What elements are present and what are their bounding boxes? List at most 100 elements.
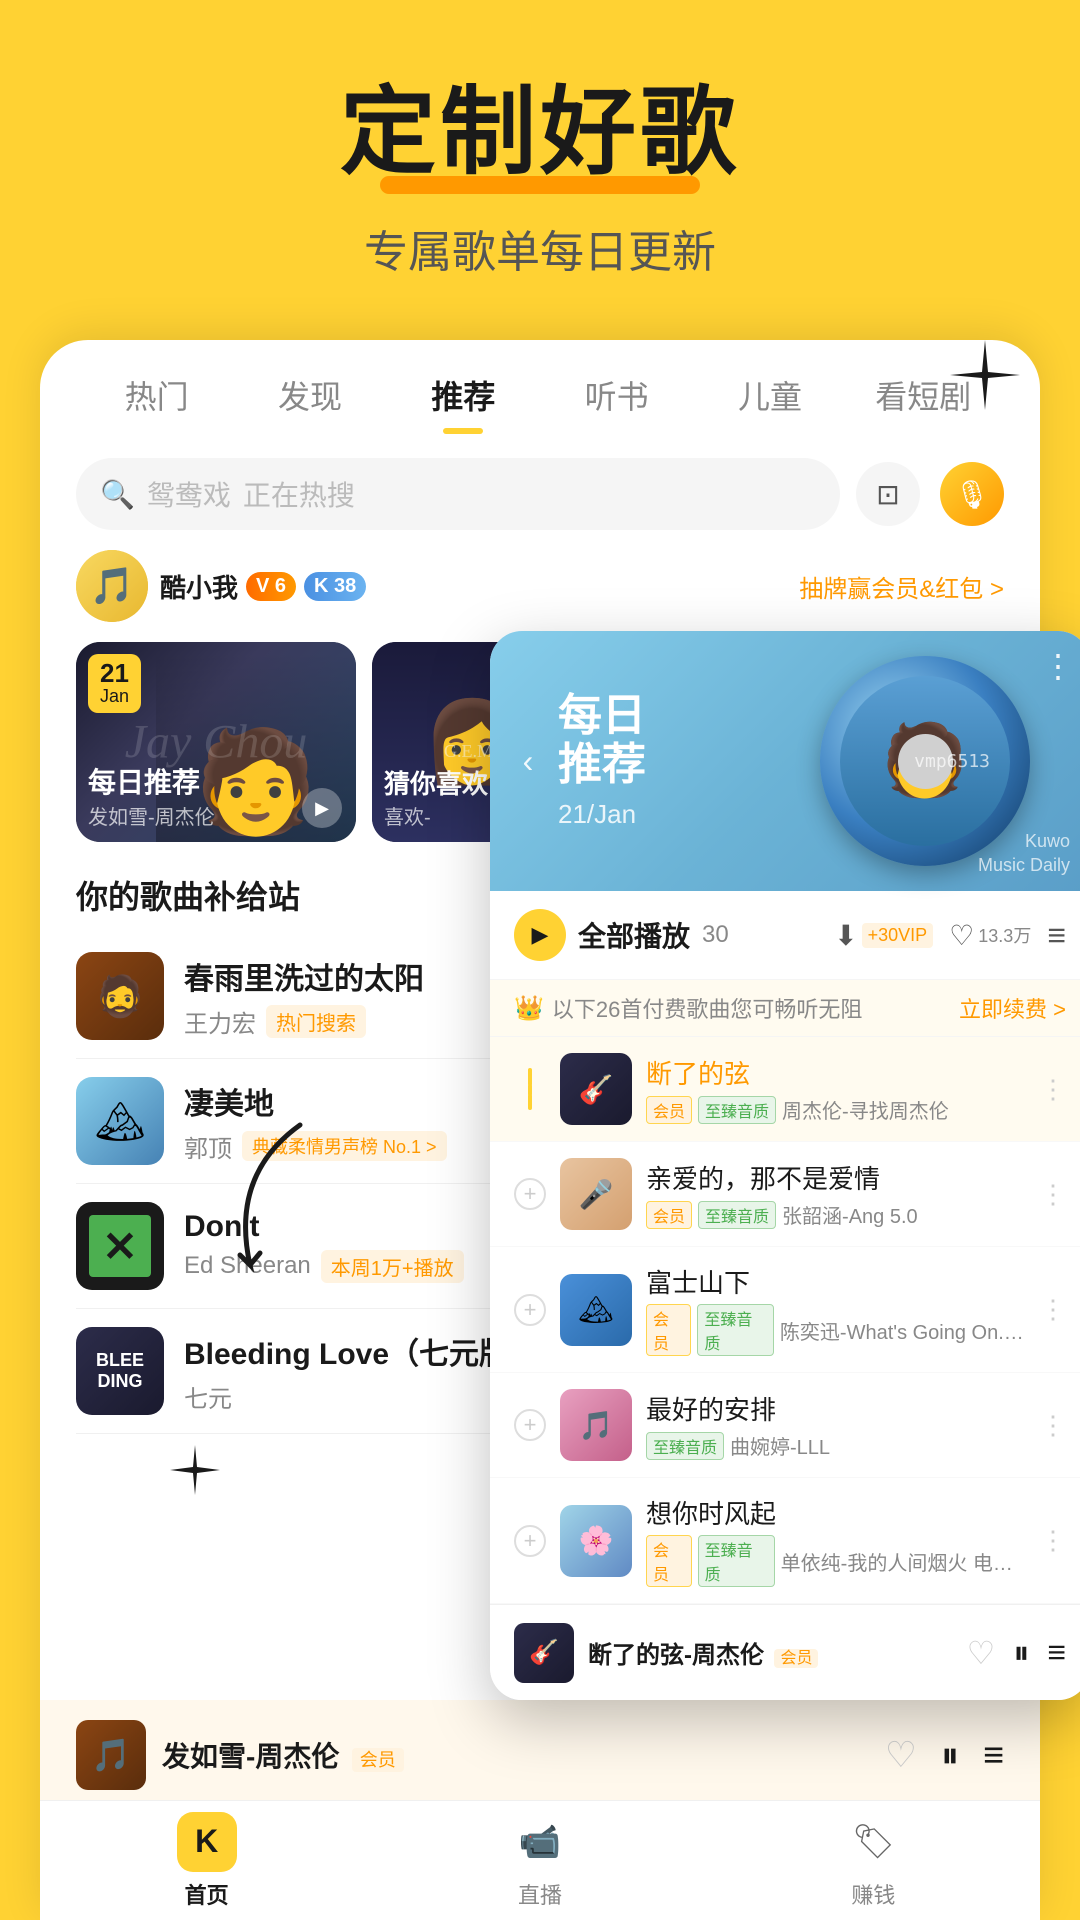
list-ctrl-icon[interactable]: ≡ [1047,917,1066,954]
download-icon-wrap[interactable]: ⬇ +30VIP [834,919,933,952]
star-bottom [170,1445,220,1500]
overlay-song-name-5: 想你时风起 [646,1494,1026,1531]
banner-daily-recommend[interactable]: 🧑 Jay Chou 21 Jan 每日推荐 发如雪-周杰伦 ▶ [76,642,356,842]
user-badges: V 6 K 38 [246,572,366,601]
song-artist-1: 王力宏 [184,1004,256,1039]
tab-bar: 热门 发现 推荐 听书 儿童 看短剧 [40,340,1040,434]
share-icon-wrap[interactable]: ♡ 13.3万 [949,919,1031,952]
overlay-song-info-5: 想你时风起 会员 至臻音质 单依纯-我的人间烟火 电视... [646,1494,1026,1587]
overlay-song-2[interactable]: + 🎤 亲爱的，那不是爱情 会员 至臻音质 张韶涵-Ang 5.0 ⋮ [490,1142,1080,1247]
overlay-song-4[interactable]: + 🎵 最好的安排 至臻音质 曲婉婷-LLL ⋮ [490,1373,1080,1478]
search-actions: ⊡ 🎙 [856,462,1004,526]
quality-tag-3: 至臻音质 [697,1304,774,1356]
vip-tag-3: 会员 [646,1304,691,1356]
overlay-song-name-4: 最好的安排 [646,1390,1026,1427]
nav-earn[interactable]: 🏷 赚钱 [707,1812,1040,1910]
overlay-np-info: 断了的弦-周杰伦 会员 [588,1635,953,1670]
play-all-count: 30 [702,921,729,949]
song-thumb-2: 🏔 [76,1077,164,1165]
voice-search-button[interactable]: 🎙 [940,462,1004,526]
play-all-button[interactable]: ▶ 全部播放 30 [514,909,814,961]
overlay-song-info-1: 断了的弦 会员 至臻音质 周杰伦-寻找周杰伦 [646,1054,1026,1124]
quality-tag-2: 至臻音质 [698,1201,776,1229]
nav-live[interactable]: 📹 直播 [373,1812,706,1910]
play-circle: ▶ [514,909,566,961]
overlay-song-more-1[interactable]: ⋮ [1040,1074,1066,1105]
overlay-song-5[interactable]: + 🌸 想你时风起 会员 至臻音质 单依纯-我的人间烟火 电视... ⋮ [490,1478,1080,1604]
tab-recommend[interactable]: 推荐 [387,372,540,434]
star-decoration [950,340,1020,410]
overlay-song-thumb-4: 🎵 [560,1389,632,1461]
add-button-3[interactable]: + [514,1294,546,1326]
overlay-song-name-3: 富士山下 [646,1263,1026,1300]
overlay-song-artist-4: 曲婉婷-LLL [730,1431,830,1460]
overlay-song-rank-1 [514,1068,546,1110]
nav-home-label: 首页 [185,1878,229,1910]
scan-button[interactable]: ⊡ [856,462,920,526]
overlay-heart-button[interactable]: ♡ [967,1634,996,1672]
overlay-song-name-1: 断了的弦 [646,1054,1026,1091]
vip-tag-1: 会员 [646,1096,692,1124]
overlay-date: 21/Jan [558,799,646,830]
overlay-song-meta-5: 会员 至臻音质 单依纯-我的人间烟火 电视... [646,1535,1026,1587]
song-artist-3: Ed Sheeran [184,1252,311,1280]
disc-code: vmp6513 [914,751,990,772]
download-icon: ⬇ [834,919,857,952]
add-button-4[interactable]: + [514,1409,546,1441]
tab-discover[interactable]: 发现 [233,372,386,434]
overlay-song-more-4[interactable]: ⋮ [1040,1410,1066,1441]
overlay-song-meta-4: 至臻音质 曲婉婷-LLL [646,1431,1026,1460]
avatar: 🎵 [76,550,148,622]
hero-section: 定制好歌 专属歌单每日更新 [0,0,1080,320]
overlay-pause-button[interactable]: ⏸ [1013,1634,1029,1672]
overlay-song-name-2: 亲爱的，那不是爱情 [646,1159,1026,1196]
song-thumb-1: 🧔 [76,952,164,1040]
vip-badge: V 6 [246,572,296,601]
now-playing-controls: ♡ ⏸ ≡ [885,1734,1004,1777]
overlay-song-meta-2: 会员 至臻音质 张韶涵-Ang 5.0 [646,1200,1026,1229]
vip-subscribe-button[interactable]: 立即续费 > [959,992,1066,1024]
overlay-song-3[interactable]: + 🏔 富士山下 会员 至臻音质 陈奕迅-What's Going On....… [490,1247,1080,1373]
user-row: 🎵 酷小我 V 6 K 38 抽牌赢会员&红包 > [40,550,1040,622]
overlay-song-more-3[interactable]: ⋮ [1040,1294,1066,1325]
overlay-more-button[interactable]: ⋮ [1042,647,1074,685]
search-hotword: 正在热搜 [243,474,355,514]
tab-kids[interactable]: 儿童 [693,372,846,434]
promo-text[interactable]: 抽牌赢会员&红包 > [799,569,1004,604]
heart-ctrl-icon: ♡ [949,919,974,952]
vip-notice-text: 以下26首付费歌曲您可畅听无阻 [552,992,951,1024]
song-artist-4: 七元 [184,1379,232,1414]
overlay-list-button[interactable]: ≡ [1047,1634,1066,1671]
heart-button[interactable]: ♡ [885,1734,917,1776]
add-button-5[interactable]: + [514,1525,546,1557]
overlay-song-more-2[interactable]: ⋮ [1040,1179,1066,1210]
now-playing-mini[interactable]: 🎵 发如雪-周杰伦 会员 ♡ ⏸ ≡ [40,1700,1040,1810]
overlay-song-1[interactable]: 🎸 断了的弦 会员 至臻音质 周杰伦-寻找周杰伦 ⋮ [490,1037,1080,1142]
bottom-nav: K 首页 📹 直播 🏷 赚钱 [40,1800,1040,1920]
level-badge: K 38 [304,572,366,601]
song-tag-2: 典藏柔情男声榜 No.1 > [242,1131,447,1161]
now-playing-title: 发如雪-周杰伦 [162,1741,339,1772]
add-button-2[interactable]: + [514,1178,546,1210]
overlay-song-more-5[interactable]: ⋮ [1040,1525,1066,1556]
overlay-title-line2: 推荐 [558,741,646,789]
live-icon: 📹 [510,1812,570,1872]
overlay-song-info-4: 最好的安排 至臻音质 曲婉婷-LLL [646,1390,1026,1460]
tab-hot[interactable]: 热门 [80,372,233,434]
banner-play-button[interactable]: ▶ [302,788,342,828]
overlay-song-artist-1: 周杰伦-寻找周杰伦 [782,1095,949,1124]
overlay-controls: ▶ 全部播放 30 ⬇ +30VIP ♡ 13.3万 ≡ [490,891,1080,980]
nav-home[interactable]: K 首页 [40,1812,373,1910]
pause-button[interactable]: ⏸ [941,1734,959,1777]
song-tag-3: 本周1万+播放 [321,1250,464,1283]
overlay-ctrl-icons: ⬇ +30VIP ♡ 13.3万 ≡ [834,917,1066,954]
song-thumb-3: ✕ [76,1202,164,1290]
home-icon: K [177,1812,237,1872]
banner-date: 21 Jan [88,654,141,713]
tab-audiobook[interactable]: 听书 [540,372,693,434]
overlay-header-left: 每日 推荐 21/Jan [518,692,646,830]
search-input-wrap[interactable]: 🔍 鸳鸯戏 正在热搜 [76,458,840,530]
overlay-song-thumb-2: 🎤 [560,1158,632,1230]
playlist-button[interactable]: ≡ [983,1734,1004,1776]
overlay-song-meta-1: 会员 至臻音质 周杰伦-寻找周杰伦 [646,1095,1026,1124]
